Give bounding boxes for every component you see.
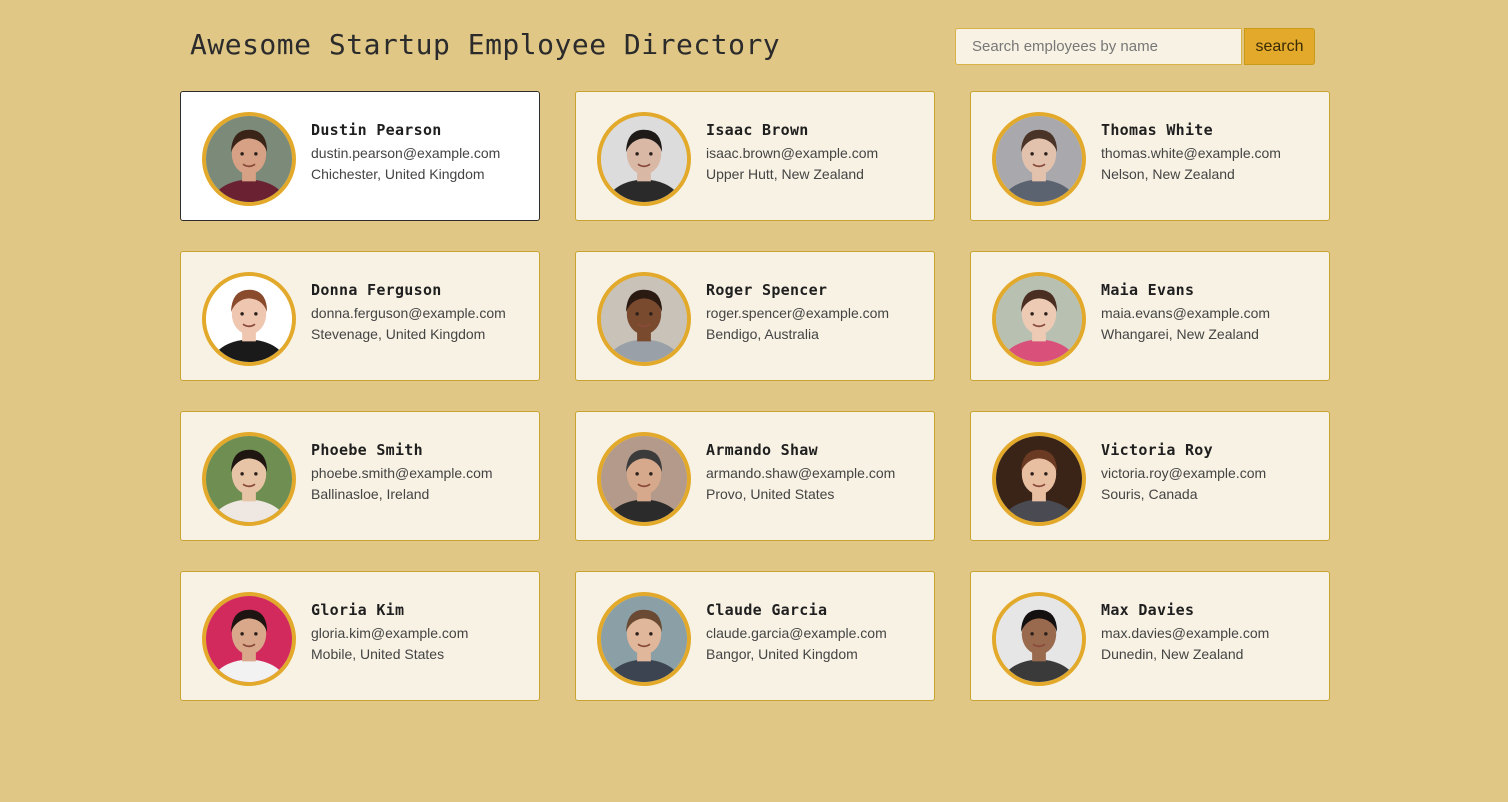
- employee-name: Dustin Pearson: [311, 121, 442, 139]
- employee-location: Stevenage, United Kingdom: [311, 326, 486, 342]
- employee-email: donna.ferguson@example.com: [311, 305, 506, 321]
- employee-avatar: [597, 432, 691, 526]
- employee-info: Maia Evans maia.evans@example.com Whangare…: [1101, 280, 1321, 345]
- employee-avatar: [597, 112, 691, 206]
- employee-email: roger.spencer@example.com: [706, 305, 890, 321]
- employee-avatar: [202, 432, 296, 526]
- page-title: Awesome Startup Employee Directory: [190, 28, 781, 61]
- employee-location: Whangarei, New Zealand: [1101, 326, 1259, 342]
- employee-email: gloria.kim@example.com: [311, 625, 469, 641]
- employee-email: armando.shaw@example.com: [706, 465, 896, 481]
- employee-name: Claude Garcia: [706, 601, 828, 619]
- employee-name: Max Davies: [1101, 601, 1195, 619]
- employee-card[interactable]: Isaac Brown isaac.brown@example.com Upper …: [575, 91, 935, 221]
- employee-avatar: [992, 592, 1086, 686]
- employee-avatar: [202, 272, 296, 366]
- employee-avatar: [992, 112, 1086, 206]
- employee-name: Armando Shaw: [706, 441, 818, 459]
- employee-info: Phoebe Smith phoebe.smith@example.com Ball…: [311, 440, 531, 505]
- employee-card[interactable]: Thomas White thomas.white@example.com Nels…: [970, 91, 1330, 221]
- employee-info: Armando Shaw armando.shaw@example.com Prov…: [706, 440, 926, 505]
- employee-avatar: [202, 592, 296, 686]
- search-input[interactable]: [955, 28, 1242, 65]
- search-button[interactable]: search: [1244, 28, 1315, 65]
- employee-card[interactable]: Phoebe Smith phoebe.smith@example.com Ball…: [180, 411, 540, 541]
- employee-name: Victoria Roy: [1101, 441, 1213, 459]
- employee-email: maia.evans@example.com: [1101, 305, 1271, 321]
- search-form: search: [955, 28, 1315, 65]
- employee-email: victoria.roy@example.com: [1101, 465, 1267, 481]
- employee-name: Maia Evans: [1101, 281, 1195, 299]
- employee-name: Donna Ferguson: [311, 281, 442, 299]
- employee-info: Thomas White thomas.white@example.com Nels…: [1101, 120, 1321, 185]
- employee-card[interactable]: Max Davies max.davies@example.com Dunedin,…: [970, 571, 1330, 701]
- employee-email: dustin.pearson@example.com: [311, 145, 501, 161]
- employee-name: Roger Spencer: [706, 281, 828, 299]
- employee-card[interactable]: Dustin Pearson dustin.pearson@example.com…: [180, 91, 540, 221]
- employee-info: Max Davies max.davies@example.com Dunedin,…: [1101, 600, 1321, 665]
- employee-location: Mobile, United States: [311, 646, 445, 662]
- employee-location: Souris, Canada: [1101, 486, 1198, 502]
- employee-location: Dunedin, New Zealand: [1101, 646, 1244, 662]
- employee-avatar: [597, 272, 691, 366]
- employee-info: Roger Spencer roger.spencer@example.com Be…: [706, 280, 926, 345]
- employee-avatar: [597, 592, 691, 686]
- employee-avatar: [992, 272, 1086, 366]
- header: Awesome Startup Employee Directory searc…: [190, 26, 1315, 66]
- employee-card[interactable]: Victoria Roy victoria.roy@example.com Sour…: [970, 411, 1330, 541]
- employee-email: thomas.white@example.com: [1101, 145, 1281, 161]
- employee-email: claude.garcia@example.com: [706, 625, 887, 641]
- employee-location: Chichester, United Kingdom: [311, 166, 485, 182]
- employee-location: Bangor, United Kingdom: [706, 646, 858, 662]
- employee-card[interactable]: Claude Garcia claude.garcia@example.com Ba…: [575, 571, 935, 701]
- employee-avatar: [992, 432, 1086, 526]
- employee-email: isaac.brown@example.com: [706, 145, 879, 161]
- employee-card[interactable]: Donna Ferguson donna.ferguson@example.com…: [180, 251, 540, 381]
- employee-info: Claude Garcia claude.garcia@example.com Ba…: [706, 600, 926, 665]
- employee-name: Isaac Brown: [706, 121, 809, 139]
- employee-card[interactable]: Armando Shaw armando.shaw@example.com Prov…: [575, 411, 935, 541]
- employee-location: Provo, United States: [706, 486, 835, 502]
- employee-email: max.davies@example.com: [1101, 625, 1270, 641]
- employee-avatar: [202, 112, 296, 206]
- employee-location: Ballinasloe, Ireland: [311, 486, 430, 502]
- employee-location: Upper Hutt, New Zealand: [706, 166, 864, 182]
- employee-card[interactable]: Gloria Kim gloria.kim@example.com Mobile, …: [180, 571, 540, 701]
- employee-name: Phoebe Smith: [311, 441, 423, 459]
- employee-info: Gloria Kim gloria.kim@example.com Mobile, …: [311, 600, 531, 665]
- employee-name: Thomas White: [1101, 121, 1213, 139]
- employee-info: Donna Ferguson donna.ferguson@example.com…: [311, 280, 531, 345]
- employee-info: Isaac Brown isaac.brown@example.com Upper …: [706, 120, 926, 185]
- employee-location: Nelson, New Zealand: [1101, 166, 1235, 182]
- employee-card[interactable]: Maia Evans maia.evans@example.com Whangare…: [970, 251, 1330, 381]
- employee-email: phoebe.smith@example.com: [311, 465, 493, 481]
- employee-location: Bendigo, Australia: [706, 326, 819, 342]
- employee-info: Dustin Pearson dustin.pearson@example.com…: [311, 120, 531, 185]
- employee-gallery: Dustin Pearson dustin.pearson@example.com…: [180, 91, 1330, 701]
- employee-card[interactable]: Roger Spencer roger.spencer@example.com Be…: [575, 251, 935, 381]
- employee-info: Victoria Roy victoria.roy@example.com Sour…: [1101, 440, 1321, 505]
- employee-name: Gloria Kim: [311, 601, 405, 619]
